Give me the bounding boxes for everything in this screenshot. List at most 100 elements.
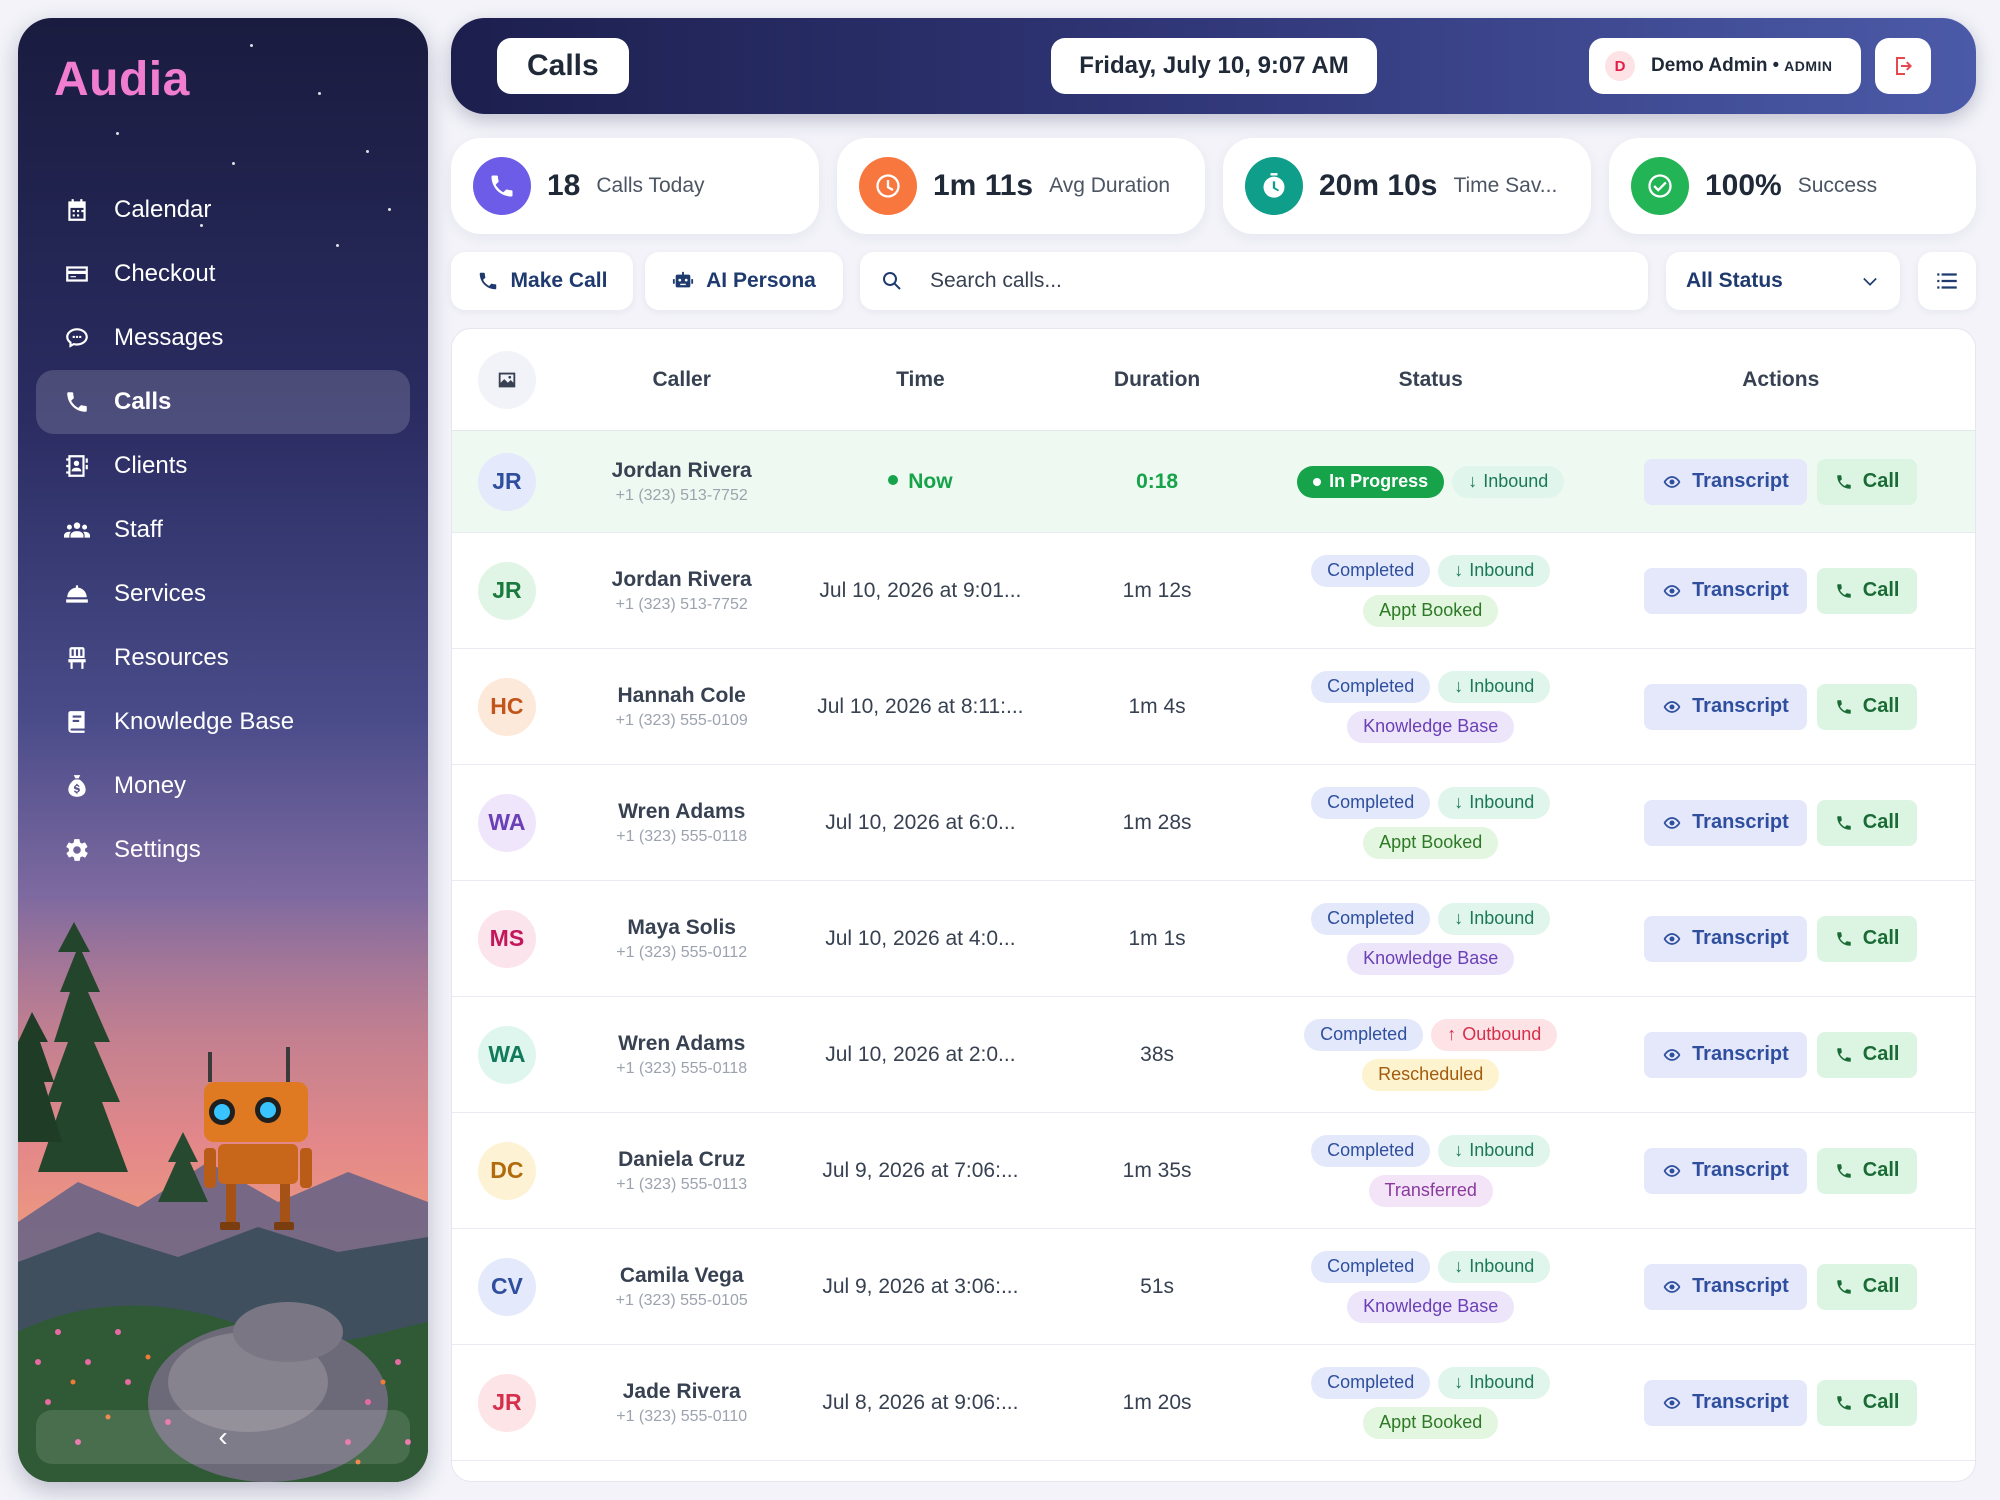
sidebar-item-label: Checkout <box>114 260 216 287</box>
call-back-button[interactable]: Call <box>1816 567 1918 614</box>
sidebar-item-label: Staff <box>114 516 163 543</box>
status-badges: Completed ↓ Inbound <box>1311 1250 1551 1283</box>
sidebar-item-checkout[interactable]: Checkout <box>36 242 410 306</box>
arrow-down-icon: ↓ <box>1454 908 1464 928</box>
caller-phone: +1 (323) 555-0105 <box>615 1291 748 1309</box>
column-header-caller[interactable]: Caller <box>562 368 802 392</box>
sidebar-item-resources[interactable]: Resources <box>36 626 410 690</box>
sidebar-item-label: Calendar <box>114 196 212 223</box>
sidebar-item-clients[interactable]: Clients <box>36 434 410 498</box>
sidebar-item-label: Calls <box>114 388 172 415</box>
avatar: HC <box>477 677 536 736</box>
status-filter-select[interactable]: All Status <box>1666 252 1900 310</box>
phone-icon <box>62 387 92 417</box>
sidebar-item-label: Settings <box>114 836 201 863</box>
stat-value: 18 <box>547 169 581 202</box>
status-badges: In Progress ↓ Inbound <box>1297 465 1565 498</box>
avatar-column-header <box>452 350 562 409</box>
sidebar-item-staff[interactable]: Staff <box>36 498 410 562</box>
star-decoration <box>250 44 253 47</box>
sidebar-item-knowledge-base[interactable]: Knowledge Base <box>36 690 410 754</box>
top-header: Calls Friday, July 10, 9:07 AM D Demo Ad… <box>451 18 1976 114</box>
sidebar-item-services[interactable]: Services <box>36 562 410 626</box>
outcome-badge: Appt Booked <box>1363 1406 1499 1439</box>
caller-phone: +1 (323) 555-0112 <box>616 943 748 961</box>
sidebar-nav: Calendar Checkout Messages Calls Clients… <box>36 178 410 882</box>
logout-button[interactable] <box>1875 38 1931 94</box>
transcript-button[interactable]: Transcript <box>1644 1147 1807 1194</box>
column-header-duration[interactable]: Duration <box>1039 368 1275 392</box>
call-back-button[interactable]: Call <box>1816 799 1918 846</box>
transcript-button[interactable]: Transcript <box>1644 915 1807 962</box>
status-badges: Completed ↓ Inbound <box>1311 670 1551 703</box>
clock-icon <box>859 157 917 215</box>
user-menu[interactable]: D Demo Admin • ADMIN <box>1589 38 1861 94</box>
table-row[interactable]: JR Jordan Rivera +1 (323) 513-7752 Now 0:18 I… <box>452 431 1975 533</box>
transcript-button[interactable]: Transcript <box>1644 683 1807 730</box>
table-row[interactable]: HC Hannah Cole +1 (323) 555-0109 Jul 10, 20… <box>452 649 1975 765</box>
collapse-sidebar-button[interactable]: ‹ <box>36 1410 410 1464</box>
sidebar: Audia Calendar Checkout Messages Calls C… <box>18 18 428 1482</box>
call-duration: 1m 1s <box>1128 926 1186 950</box>
search-input[interactable] <box>930 269 1610 293</box>
sidebar-item-messages[interactable]: Messages <box>36 306 410 370</box>
call-back-button[interactable]: Call <box>1816 915 1918 962</box>
call-back-button[interactable]: Call <box>1816 1031 1918 1078</box>
table-row[interactable]: MS Maya Solis +1 (323) 555-0112 Jul 10, 202… <box>452 881 1975 997</box>
table-row[interactable]: WA Wren Adams +1 (323) 555-0118 Jul 10, 202… <box>452 765 1975 881</box>
stat-card-avg-duration: 1m 11s Avg Duration <box>837 138 1205 234</box>
stat-card-time-saved: 20m 10s Time Sav... <box>1223 138 1591 234</box>
table-row[interactable]: JR Jade Rivera +1 (323) 555-0110 Jul 8, 202… <box>452 1345 1975 1461</box>
column-header-actions: Actions <box>1742 367 1820 391</box>
stat-card-success: 100% Success <box>1609 138 1976 234</box>
table-body: JR Jordan Rivera +1 (323) 513-7752 Now 0:18 I… <box>452 431 1975 1461</box>
stat-value: 20m 10s <box>1319 169 1438 202</box>
status-badges: Completed ↓ Inbound <box>1311 902 1551 935</box>
stat-card-calls-today: 18 Calls Today <box>451 138 819 234</box>
call-back-button[interactable]: Call <box>1816 1147 1918 1194</box>
sidebar-item-money[interactable]: Money <box>36 754 410 818</box>
sidebar-item-calls[interactable]: Calls <box>36 370 410 434</box>
outcome-badge: Knowledge Base <box>1347 1290 1515 1323</box>
ai-persona-button[interactable]: AI Persona <box>645 252 843 310</box>
call-back-button[interactable]: Call <box>1816 1263 1918 1310</box>
outcome-badge: Transferred <box>1368 1174 1493 1207</box>
transcript-button[interactable]: Transcript <box>1644 458 1807 505</box>
status-badge: Completed <box>1311 786 1431 819</box>
call-back-button[interactable]: Call <box>1816 683 1918 730</box>
caller-phone: +1 (323) 555-0118 <box>616 1059 748 1077</box>
page-title: Calls <box>497 38 629 94</box>
phone-icon <box>1837 1163 1851 1178</box>
transcript-button[interactable]: Transcript <box>1644 1031 1807 1078</box>
call-back-button[interactable]: Call <box>1816 458 1918 505</box>
transcript-button[interactable]: Transcript <box>1644 1263 1807 1310</box>
table-row[interactable]: DC Daniela Cruz +1 (323) 555-0113 Jul 9, 20… <box>452 1113 1975 1229</box>
list-view-button[interactable] <box>1918 252 1976 310</box>
status-badge: In Progress <box>1297 465 1445 498</box>
call-time: Jul 10, 2026 at 8:11:... <box>817 694 1024 718</box>
star-decoration <box>232 162 235 165</box>
column-header-status[interactable]: Status <box>1275 368 1587 392</box>
transcript-button[interactable]: Transcript <box>1644 1379 1807 1426</box>
separator-dot: • <box>1772 55 1780 76</box>
call-time: Jul 8, 2026 at 9:06:... <box>822 1390 1019 1414</box>
eye-icon <box>1663 475 1681 488</box>
call-duration: 1m 20s <box>1122 1390 1192 1414</box>
phone-icon <box>1837 699 1851 714</box>
table-row[interactable]: WA Wren Adams +1 (323) 555-0118 Jul 10, 202… <box>452 997 1975 1113</box>
search-bar <box>860 252 1648 310</box>
transcript-button[interactable]: Transcript <box>1644 799 1807 846</box>
direction-badge: ↓ Inbound <box>1452 465 1565 498</box>
avatar: WA <box>477 793 536 852</box>
arrow-down-icon: ↓ <box>1454 792 1464 812</box>
sidebar-item-calendar[interactable]: Calendar <box>36 178 410 242</box>
column-header-time[interactable]: Time <box>802 368 1040 392</box>
transcript-button[interactable]: Transcript <box>1644 567 1807 614</box>
table-row[interactable]: JR Jordan Rivera +1 (323) 513-7752 Jul 10, … <box>452 533 1975 649</box>
contact-card-icon <box>62 451 92 481</box>
table-row[interactable]: CV Camila Vega +1 (323) 555-0105 Jul 9, 202… <box>452 1229 1975 1345</box>
direction-badge: ↓ Inbound <box>1438 902 1551 935</box>
phone-icon <box>1837 474 1851 489</box>
make-call-button[interactable]: Make Call <box>451 252 633 310</box>
call-back-button[interactable]: Call <box>1816 1379 1918 1426</box>
